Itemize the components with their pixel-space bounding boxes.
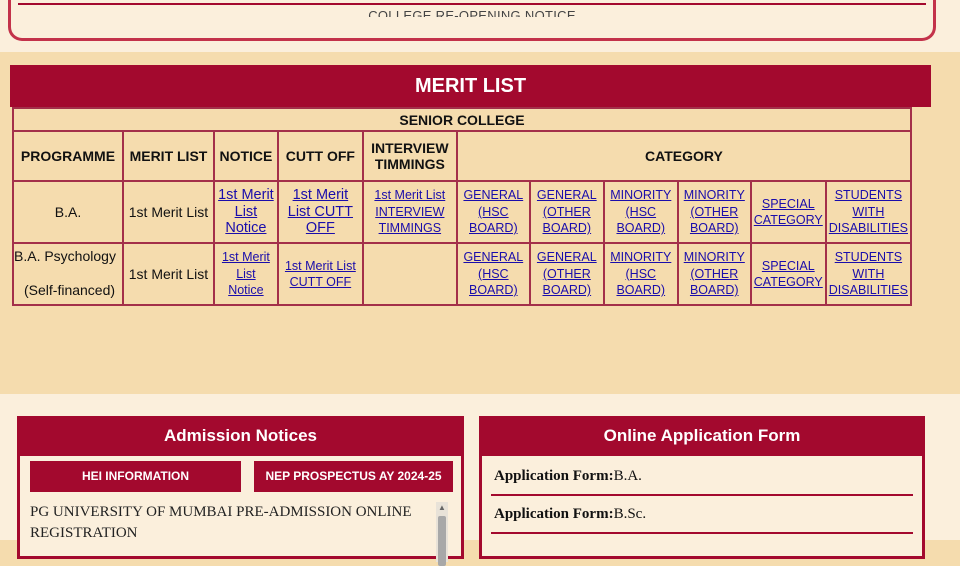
notice-link[interactable]: 1st Merit List Notice xyxy=(217,249,275,299)
application-form-label: Application Form: xyxy=(494,468,614,484)
category-general-hsc-link[interactable]: GENERAL (HSC BOARD) xyxy=(460,249,527,299)
category-general-other-link[interactable]: GENERAL (OTHER BOARD) xyxy=(533,249,601,299)
category-special-link[interactable]: SPECIAL CATEGORY xyxy=(754,196,823,229)
cutt-off-link[interactable]: 1st Merit List CUTT OFF xyxy=(281,258,360,291)
senior-college-heading: SENIOR COLLEGE xyxy=(12,107,912,132)
col-interview: INTERVIEW TIMMINGS xyxy=(361,130,458,182)
divider xyxy=(18,3,926,5)
merit-list-cell: 1st Merit List xyxy=(121,180,215,244)
cutt-off-link[interactable]: 1st Merit List CUTT OFF xyxy=(281,187,360,237)
online-application-panel: Online Application Form Application Form… xyxy=(479,416,925,559)
merit-table: SENIOR COLLEGE PROGRAMME MERIT LIST NOTI… xyxy=(12,107,913,306)
application-form-value: B.Sc. xyxy=(613,506,647,522)
col-category: CATEGORY xyxy=(455,130,913,182)
programme-cell: B.A. xyxy=(12,180,124,244)
online-application-title: Online Application Form xyxy=(482,416,922,456)
category-disabilities-link[interactable]: STUDENTS WITH DISABILITIES xyxy=(829,249,908,299)
category-minority-other-link[interactable]: MINORITY (OTHER BOARD) xyxy=(681,249,748,299)
interview-link[interactable]: 1st Merit List INTERVIEW TIMMINGS xyxy=(366,187,454,237)
merit-list-cell: 1st Merit List xyxy=(121,242,215,306)
category-disabilities-link[interactable]: STUDENTS WITH DISABILITIES xyxy=(829,187,908,237)
category-minority-other-link[interactable]: MINORITY (OTHER BOARD) xyxy=(681,187,748,237)
category-general-other-link[interactable]: GENERAL (OTHER BOARD) xyxy=(533,187,601,237)
programme-cell: B.A. Psychology (Self-financed) xyxy=(12,242,124,306)
programme-name: B.A. Psychology xyxy=(14,248,116,264)
scroll-thumb[interactable] xyxy=(438,516,446,566)
table-row: B.A. Psychology (Self-financed) 1st Meri… xyxy=(12,242,913,306)
category-minority-hsc-link[interactable]: MINORITY (HSC BOARD) xyxy=(607,187,675,237)
admission-notice-item[interactable]: PG UNIVERSITY OF MUMBAI PRE-ADMISSION ON… xyxy=(30,502,430,544)
scroll-up-icon[interactable]: ▲ xyxy=(438,504,446,512)
merit-list-title: MERIT LIST xyxy=(10,65,931,107)
col-notice: NOTICE xyxy=(212,130,279,182)
category-special-link[interactable]: SPECIAL CATEGORY xyxy=(754,258,823,291)
category-minority-hsc-link[interactable]: MINORITY (HSC BOARD) xyxy=(607,249,675,299)
notice-box: COLLEGE RE-OPENING NOTICE xyxy=(8,0,936,41)
nep-prospectus-button[interactable]: NEP PROSPECTUS AY 2024-25 xyxy=(254,461,453,492)
col-programme: PROGRAMME xyxy=(12,130,124,182)
application-form-value: B.A. xyxy=(613,468,642,484)
programme-sub: (Self-financed) xyxy=(24,282,116,298)
hei-information-button[interactable]: HEI INFORMATION xyxy=(30,461,241,492)
application-form-label: Application Form: xyxy=(494,506,614,522)
notice-link[interactable]: 1st Merit List Notice xyxy=(217,187,275,237)
admission-notices-title: Admission Notices xyxy=(20,416,461,456)
notices-scrollbar[interactable]: ▲ xyxy=(436,502,448,566)
category-general-hsc-link[interactable]: GENERAL (HSC BOARD) xyxy=(460,187,527,237)
reopening-notice-link[interactable]: COLLEGE RE-OPENING NOTICE xyxy=(11,7,933,17)
application-form-bsc[interactable]: Application Form:B.Sc. xyxy=(491,496,913,534)
application-form-ba[interactable]: Application Form:B.A. xyxy=(491,458,913,496)
col-cutt-off: CUTT OFF xyxy=(276,130,364,182)
col-merit-list: MERIT LIST xyxy=(121,130,215,182)
admission-notices-panel: Admission Notices HEI INFORMATION NEP PR… xyxy=(17,416,464,566)
interview-cell xyxy=(361,242,458,306)
table-row: B.A. 1st Merit List 1st Merit List Notic… xyxy=(12,180,913,244)
